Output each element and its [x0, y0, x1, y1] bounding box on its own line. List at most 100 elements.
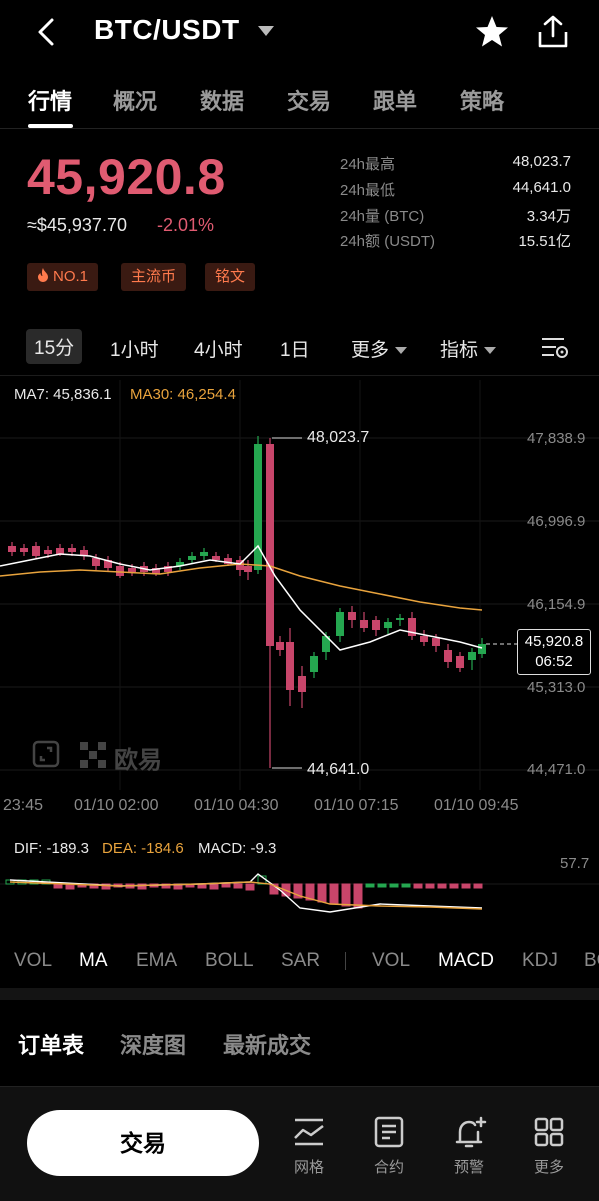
tag-inscription[interactable]: 铭文	[205, 263, 256, 291]
usd-equivalent: ≈$45,937.70	[27, 215, 127, 235]
candle-body	[432, 638, 440, 646]
stat-value-low: 44,641.0	[512, 179, 571, 196]
candle-body	[244, 566, 252, 572]
interval-more-label: 更多	[351, 340, 390, 361]
pair-dropdown-caret-icon[interactable]	[258, 26, 274, 36]
interval-more-button[interactable]: 更多	[351, 335, 408, 362]
macd-dea-label: DEA: -184.6	[102, 840, 184, 857]
indicator-boll[interactable]: BOLL	[205, 950, 254, 972]
indicator-button[interactable]: 指标	[440, 335, 497, 362]
tab-overview[interactable]: 概况	[113, 84, 157, 116]
nav-grid[interactable]: 网格	[279, 1114, 339, 1176]
rank-badge[interactable]: NO.1	[27, 263, 99, 291]
stat-value-high: 48,023.7	[512, 153, 571, 170]
tab-trade[interactable]: 交易	[287, 84, 331, 116]
caret-down-icon	[395, 347, 408, 355]
chevron-left-icon	[38, 18, 54, 46]
macd-bar	[233, 883, 243, 889]
tab-order-book[interactable]: 订单表	[18, 1028, 84, 1060]
y-axis-tick: 45,313.0	[527, 679, 586, 696]
macd-bar	[437, 883, 447, 889]
candle-body	[420, 636, 428, 642]
indicator-vol-main[interactable]: VOL	[14, 950, 52, 972]
trade-button[interactable]: 交易	[27, 1110, 259, 1176]
candle-body	[20, 548, 28, 552]
stat-label-volume: 24h量 (BTC)	[340, 208, 425, 225]
indicator-vol-sub[interactable]: VOL	[372, 950, 410, 972]
interval-15m[interactable]: 15分	[26, 329, 83, 364]
divider	[0, 375, 599, 376]
tab-latest-trades[interactable]: 最新成交	[223, 1028, 311, 1060]
current-price-marker[interactable]: 45,920.8 06:52	[517, 629, 591, 675]
nav-alert-label: 预警	[453, 1159, 484, 1176]
divider	[345, 952, 346, 970]
interval-1d[interactable]: 1日	[280, 335, 310, 362]
tab-copy-trade[interactable]: 跟单	[373, 84, 417, 116]
indicator-ema[interactable]: EMA	[136, 950, 177, 972]
candle-countdown: 06:52	[535, 653, 573, 670]
high-annotation: 48,023.7	[307, 429, 370, 446]
pair-title[interactable]: BTC/USDT	[94, 14, 240, 46]
macd-bar	[461, 883, 471, 889]
x-axis-tick: 01/10 07:15	[314, 797, 399, 814]
share-button[interactable]	[536, 14, 570, 50]
x-axis-tick: 01/10 04:30	[194, 797, 279, 814]
x-axis-tick: 01/10 09:45	[434, 797, 519, 814]
last-price: 45,920.8	[27, 149, 226, 205]
tab-data[interactable]: 数据	[200, 84, 244, 116]
macd-bar	[221, 883, 231, 888]
bell-plus-icon	[455, 1116, 487, 1148]
candle-body	[128, 568, 136, 572]
stat-value-amount: 15.51亿	[518, 233, 571, 250]
macd-chart[interactable]	[0, 860, 599, 930]
indicator-boll-sub[interactable]: BO	[584, 950, 599, 972]
indicator-ma[interactable]: MA	[79, 950, 108, 972]
macd-bar	[245, 883, 255, 891]
y-axis-tick: 44,471.0	[527, 761, 586, 778]
candle-body	[68, 548, 76, 552]
indicator-kdj[interactable]: KDJ	[522, 950, 558, 972]
nav-more[interactable]: 更多	[519, 1114, 579, 1176]
candle-body	[32, 546, 40, 556]
macd-value-label: MACD: -9.3	[198, 840, 277, 857]
fullscreen-icon	[32, 740, 60, 768]
tab-depth-chart[interactable]: 深度图	[120, 1028, 186, 1060]
candle-body	[44, 550, 52, 554]
tab-strategy[interactable]: 策略	[460, 84, 504, 116]
candle-body	[298, 676, 306, 692]
low-annotation: 44,641.0	[307, 761, 370, 778]
candle-body	[286, 642, 294, 690]
candle-body	[56, 548, 64, 554]
candlestick-chart[interactable]	[0, 380, 599, 790]
candle-body	[188, 556, 196, 560]
nav-more-label: 更多	[533, 1159, 564, 1176]
tab-market[interactable]: 行情	[28, 84, 72, 116]
macd-bar	[377, 883, 387, 888]
watermark: 欧易	[114, 747, 162, 774]
nav-grid-label: 网格	[293, 1159, 324, 1176]
indicator-sar[interactable]: SAR	[281, 950, 320, 972]
nav-contract-label: 合约	[373, 1159, 404, 1176]
interval-4h[interactable]: 4小时	[194, 335, 243, 362]
macd-bar	[413, 883, 423, 889]
candle-body	[384, 622, 392, 628]
candle-body	[266, 444, 274, 646]
fullscreen-button[interactable]	[32, 740, 60, 768]
candle-body	[200, 552, 208, 556]
nav-contract[interactable]: 合约	[359, 1114, 419, 1176]
indicator-macd[interactable]: MACD	[438, 950, 494, 972]
interval-1h[interactable]: 1小时	[110, 335, 159, 362]
star-icon	[476, 16, 508, 47]
candle-body	[444, 650, 452, 662]
back-button[interactable]	[30, 14, 66, 50]
y-axis-tick: 47,838.9	[527, 430, 586, 447]
chart-settings-button[interactable]	[540, 334, 572, 362]
section-separator	[0, 988, 599, 1000]
tag-mainstream[interactable]: 主流币	[121, 263, 187, 291]
nav-alert[interactable]: 预警	[439, 1114, 499, 1176]
apps-icon	[534, 1117, 564, 1147]
macd-dif-label: DIF: -189.3	[14, 840, 90, 857]
candle-body	[468, 652, 476, 660]
favorite-button[interactable]	[474, 14, 510, 50]
current-price: 45,920.8	[524, 633, 584, 650]
